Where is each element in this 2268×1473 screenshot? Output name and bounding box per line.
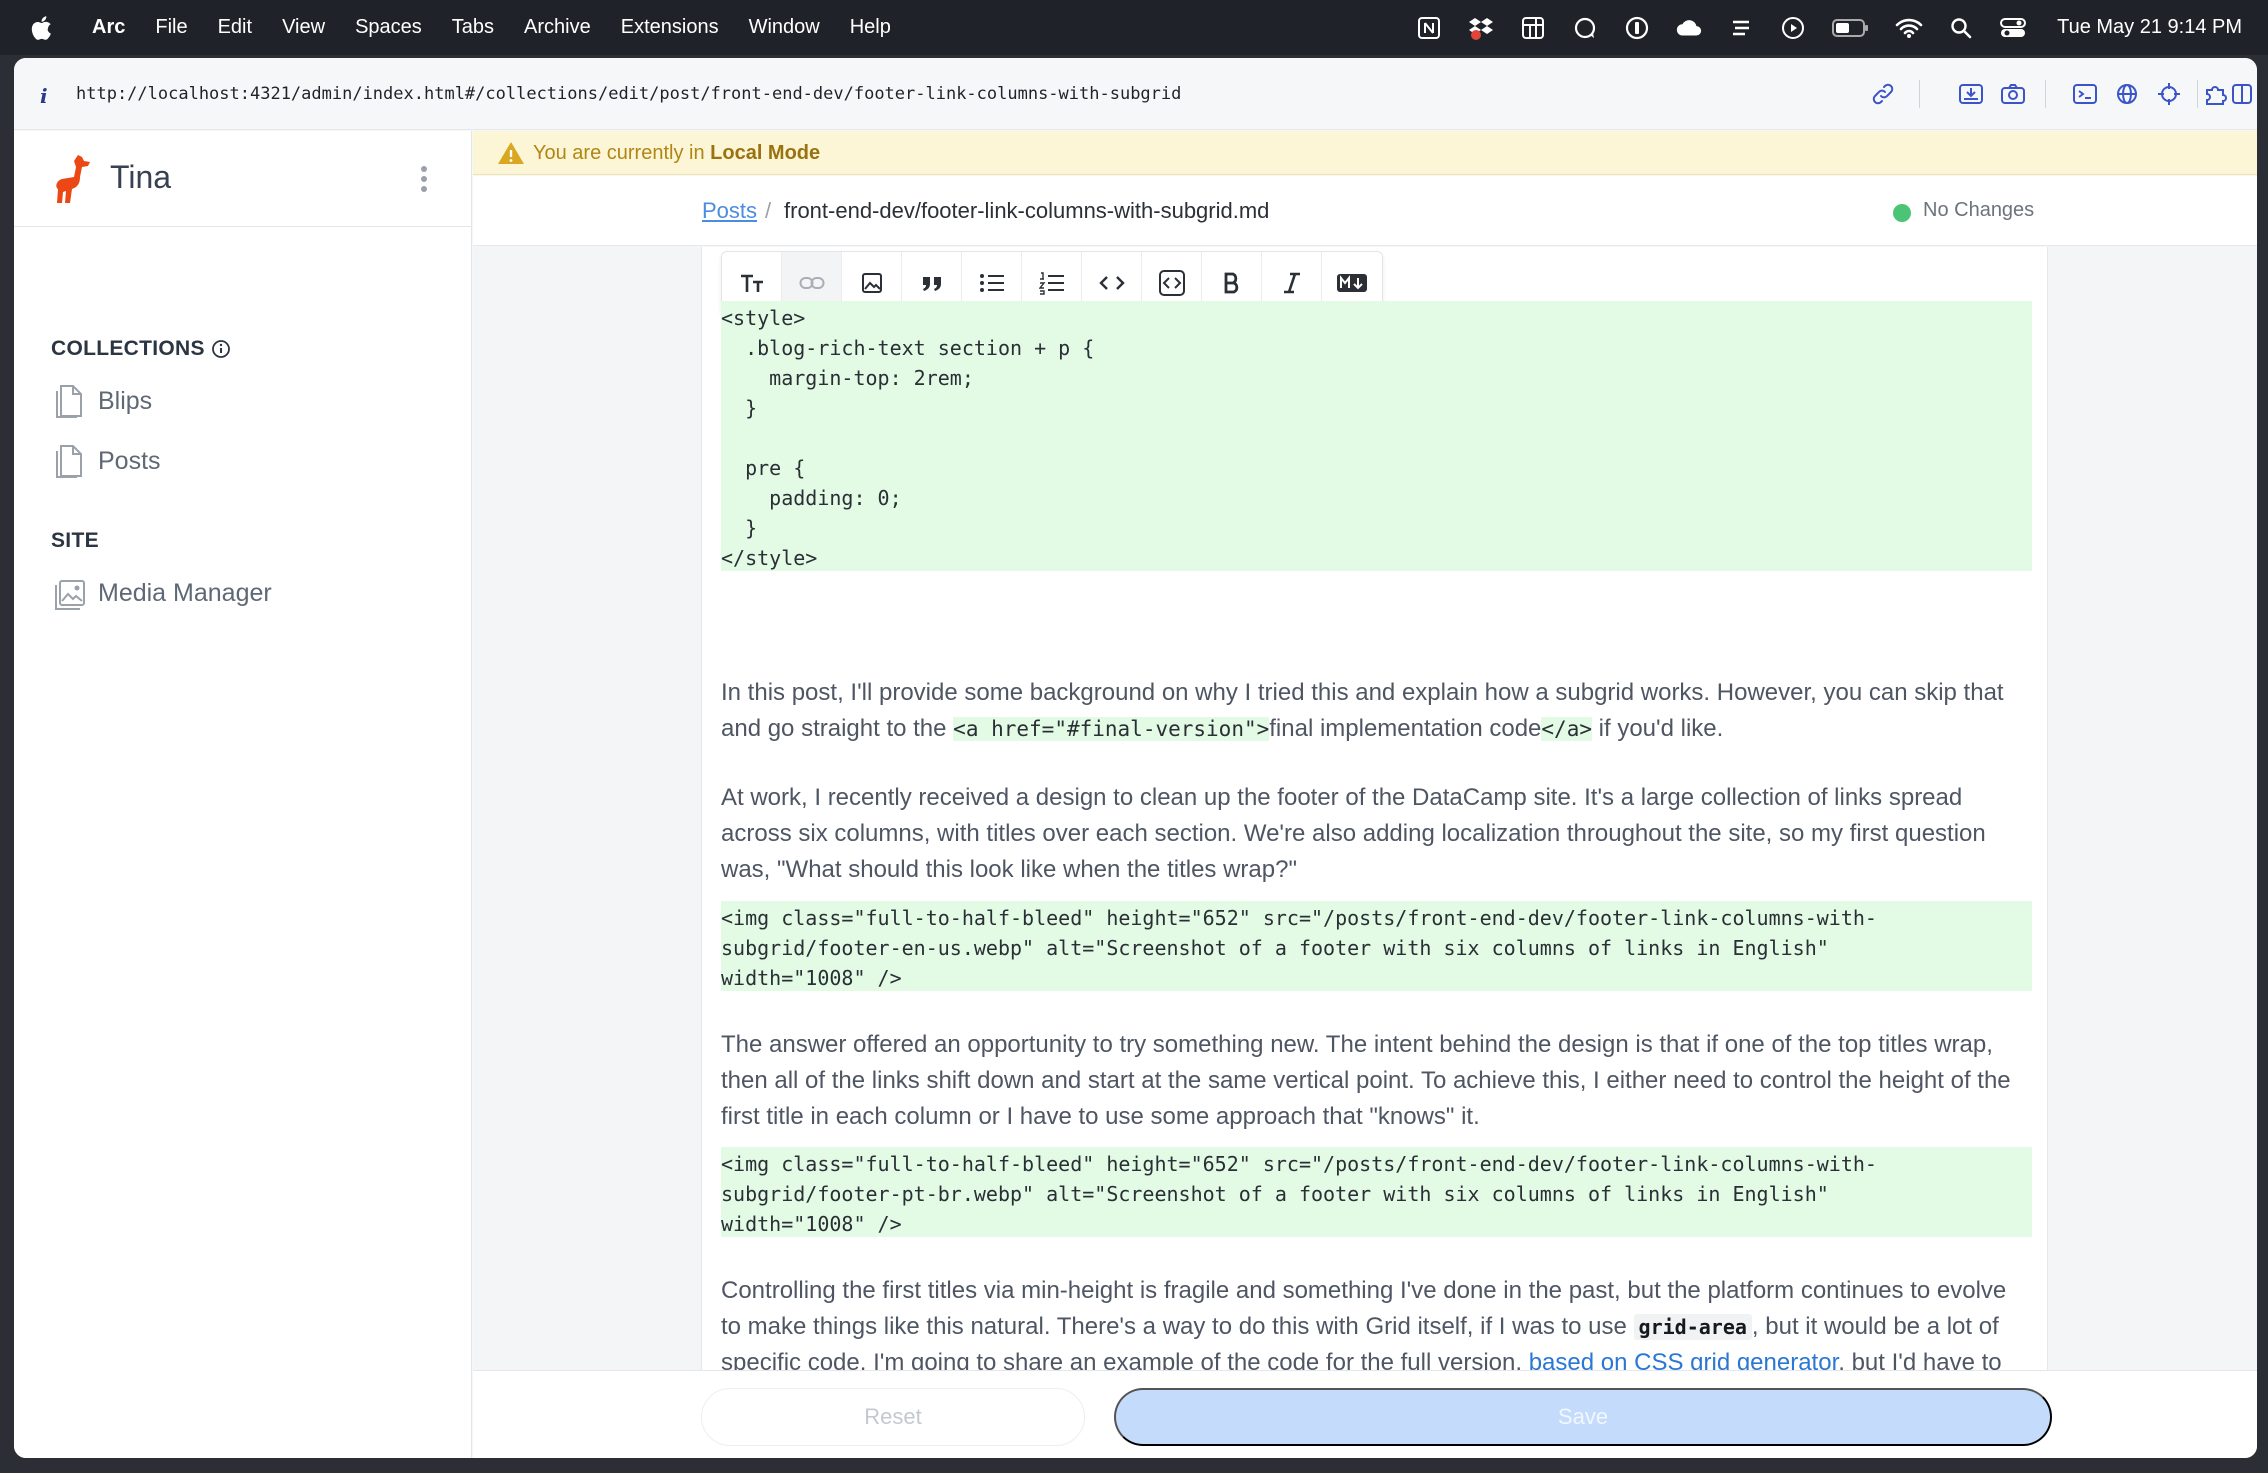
paragraph-text: final implementation code [1269,715,1542,742]
document-icon [56,385,82,418]
sidebar-brand: Tina [14,131,472,227]
notion-icon[interactable] [1415,14,1443,42]
breadcrumb-current-file: front-end-dev/footer-link-columns-with-s… [784,198,1270,223]
cloud-icon[interactable] [1675,14,1703,42]
image-code-block-pt[interactable]: <img class="full-to-half-bleed" height="… [721,1147,2032,1237]
link-icon[interactable] [1865,74,1901,114]
rich-text-editor[interactable]: <style> .blog-rich-text section + p { ma… [701,247,2048,1370]
1password-icon[interactable] [1623,14,1651,42]
crosshair-icon[interactable] [2151,74,2187,114]
link-icon [799,277,824,289]
status-indicator [1893,204,1911,222]
address-bar: i http://localhost:4321/admin/index.html… [14,58,2257,130]
local-mode-banner: You are currently in Local Mode [473,131,2257,175]
menu-view[interactable]: View [282,16,325,39]
chat-icon[interactable] [1571,14,1599,42]
code-block-icon [1158,270,1185,296]
local-mode-label: Local Mode [710,142,821,164]
menu-file[interactable]: File [155,16,187,39]
browser-window: i http://localhost:4321/admin/index.html… [14,58,2257,1458]
markdown-icon [1337,274,1367,292]
image-icon [55,580,85,610]
control-center-icon[interactable] [1999,14,2027,42]
breadcrumb: Posts / front-end-dev/footer-link-column… [473,176,2257,246]
paragraph-answer[interactable]: The answer offered an opportunity to try… [721,1027,2032,1135]
console-icon[interactable] [2067,74,2103,114]
numbered-list-icon [1038,272,1064,295]
play-icon[interactable] [1779,14,1807,42]
paragraph-intro[interactable]: In this post, I'll provide some backgrou… [721,675,2032,747]
document-icon [56,445,82,478]
paragraph-work[interactable]: At work, I recently received a design to… [721,780,2032,888]
inline-code: grid-area [1633,1314,1752,1340]
menu-help[interactable]: Help [850,16,891,39]
local-mode-text: You are currently in Local Mode [533,142,820,165]
collections-heading: COLLECTIONS [51,337,231,361]
capture-icon[interactable] [1953,74,1989,114]
paragraph-text: if you'd like. [1591,715,1724,742]
url-text[interactable]: http://localhost:4321/admin/index.html#/… [76,84,1181,104]
more-options-icon[interactable] [414,161,434,197]
bullet-list-icon [979,274,1004,292]
sidebar-item-posts[interactable]: Posts [52,439,161,483]
tool-separator [2045,80,2046,108]
menubar-clock[interactable]: Tue May 21 9:14 PM [2057,16,2242,39]
sidebar-item-blips[interactable]: Blips [52,379,152,423]
inline-code-icon [1098,276,1125,290]
split-view-icon[interactable] [2229,74,2255,114]
tool-separator [2197,80,2198,108]
sidebar-item-label: Media Manager [98,578,272,607]
stripes-icon[interactable] [1727,14,1755,42]
dropbox-icon[interactable] [1467,14,1495,42]
spotlight-icon[interactable] [1947,14,1975,42]
bold-icon [1224,272,1238,294]
form-actions: Reset Save [473,1370,2257,1458]
apple-icon[interactable] [30,15,52,41]
quote-icon [922,277,941,291]
globe-icon[interactable] [2109,74,2145,114]
save-button[interactable]: Save [1114,1388,2052,1446]
camera-icon[interactable] [1995,74,2031,114]
italic-icon [1283,272,1300,294]
local-mode-prefix: You are currently in [533,142,711,164]
image-code-block-en[interactable]: <img class="full-to-half-bleed" height="… [721,901,2032,991]
collections-heading-label: COLLECTIONS [51,337,205,360]
breadcrumb-separator: / [765,198,772,223]
menu-tabs[interactable]: Tabs [452,16,494,39]
reset-button[interactable]: Reset [701,1388,1085,1446]
menu-app-name[interactable]: Arc [92,16,125,39]
status-text: No Changes [1923,199,2035,221]
site-info-icon[interactable]: i [40,84,48,108]
browser-tools [1837,74,2257,114]
site-heading: SITE [51,529,99,552]
warning-icon [498,142,524,164]
paragraph-controlling[interactable]: Controlling the first titles via min-hei… [721,1273,2032,1370]
sidebar-item-media-manager[interactable]: Media Manager [52,571,272,615]
menu-bar: Arc File Edit View Spaces Tabs Archive E… [0,0,2268,55]
sidebar-item-label: Posts [98,446,161,475]
heading-icon [740,274,763,292]
info-icon[interactable] [211,339,231,359]
inline-html-close: </a> [1541,717,1592,741]
inline-html-open: <a href="#final-version"> [953,717,1270,741]
wifi-icon[interactable] [1895,14,1923,42]
sidebar: Tina COLLECTIONS Blips Posts SITE Media … [14,131,472,1458]
menu-window[interactable]: Window [749,16,820,39]
style-code-block[interactable]: <style> .blog-rich-text section + p { ma… [721,301,2032,571]
image-icon [861,273,882,293]
editor-area: <style> .blog-rich-text section + p { ma… [473,247,2257,1370]
battery-icon[interactable] [1831,14,1871,42]
table-icon[interactable] [1519,14,1547,42]
breadcrumb-posts-link[interactable]: Posts [702,198,757,224]
menu-spaces[interactable]: Spaces [355,16,422,39]
menu-extensions[interactable]: Extensions [621,16,719,39]
menu-archive[interactable]: Archive [524,16,591,39]
css-grid-generator-link[interactable]: based on CSS grid generator [1529,1349,1839,1370]
sidebar-item-label: Blips [98,386,153,415]
menu-edit[interactable]: Edit [218,16,252,39]
tool-separator [1919,80,1920,108]
tina-llama-logo [56,155,90,203]
brand-name: Tina [110,159,172,195]
